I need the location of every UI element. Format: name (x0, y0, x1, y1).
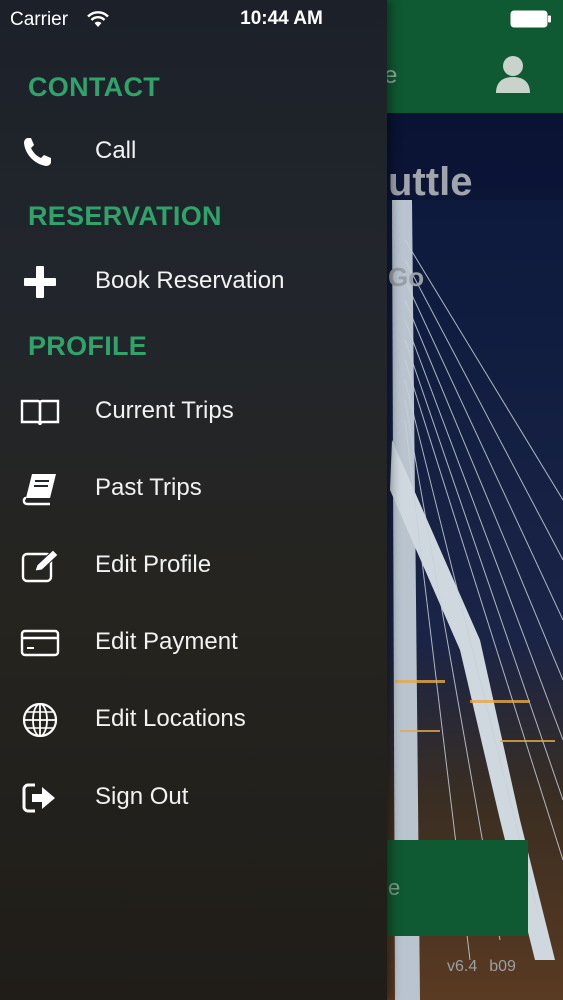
menu-item-edit-locations[interactable]: Edit Locations (0, 690, 387, 750)
menu-label-call: Call (95, 137, 137, 164)
menu-item-edit-payment[interactable]: Edit Payment (0, 613, 387, 673)
credit-card-icon (20, 629, 60, 657)
battery-icon (510, 10, 551, 28)
menu-item-past-trips[interactable]: Past Trips (0, 459, 387, 519)
plus-icon (24, 266, 56, 298)
menu-label-book-reservation: Book Reservation (95, 267, 285, 294)
sign-out-icon (22, 783, 55, 813)
primary-action-button[interactable] (385, 840, 528, 936)
edit-icon (21, 549, 59, 583)
menu-item-book-reservation[interactable]: Book Reservation (0, 252, 387, 312)
menu-label-edit-payment: Edit Payment (95, 628, 238, 655)
menu-label-edit-locations: Edit Locations (95, 705, 246, 732)
menu-item-sign-out[interactable]: Sign Out (0, 768, 387, 828)
hero-title: uttle (388, 160, 473, 204)
globe-icon (22, 703, 58, 737)
build-number: b09 (489, 958, 516, 975)
menu-item-call[interactable]: Call (0, 122, 387, 182)
menu-label-edit-profile: Edit Profile (95, 551, 212, 578)
menu-label-current-trips: Current Trips (95, 397, 234, 424)
side-drawer: CONTACT Call RESERVATION Book Reservatio… (0, 0, 387, 1000)
primary-action-label: e (388, 875, 401, 900)
menu-label-past-trips: Past Trips (95, 474, 202, 501)
section-title-reservation: RESERVATION (28, 201, 222, 231)
open-book-icon (20, 399, 60, 426)
phone-icon (24, 138, 51, 166)
clock: 10:44 AM (240, 8, 323, 29)
version-label: v6.4 b09 (447, 958, 528, 976)
section-title-contact: CONTACT (28, 72, 161, 102)
menu-label-sign-out: Sign Out (95, 783, 189, 810)
menu-item-edit-profile[interactable]: Edit Profile (0, 536, 387, 596)
status-bar: Carrier 10:44 AM (0, 0, 563, 38)
closed-book-icon (22, 474, 56, 506)
version-number: v6.4 (447, 958, 478, 975)
menu-item-current-trips[interactable]: Current Trips (0, 382, 387, 442)
hero-subtitle: Go (388, 262, 425, 292)
user-profile-icon[interactable] (495, 55, 531, 95)
section-title-profile: PROFILE (28, 331, 148, 361)
